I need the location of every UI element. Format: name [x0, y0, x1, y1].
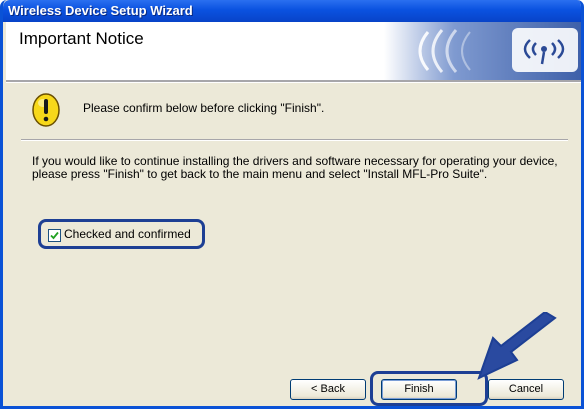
finish-button[interactable]: Finish — [381, 379, 457, 400]
pointer-arrow-icon — [477, 312, 557, 380]
wizard-header: Important Notice — [6, 22, 581, 80]
instruction-text: If you would like to continue installing… — [32, 154, 558, 181]
window-title: Wireless Device Setup Wizard — [8, 3, 193, 18]
notice-message: Please confirm below before clicking "Fi… — [83, 101, 325, 115]
back-button[interactable]: < Back — [290, 379, 366, 400]
title-bar[interactable]: Wireless Device Setup Wizard — [3, 0, 581, 22]
confirm-checkbox[interactable] — [48, 229, 61, 242]
wizard-window: Wireless Device Setup Wizard Important N… — [0, 0, 584, 409]
section-divider — [21, 139, 568, 141]
warning-icon — [32, 93, 60, 127]
checkmark-icon — [50, 231, 59, 240]
page-title: Important Notice — [19, 29, 144, 48]
confirm-checkbox-label[interactable]: Checked and confirmed — [64, 227, 191, 241]
wireless-logo-icon — [384, 22, 581, 80]
confirm-highlight: Checked and confirmed — [38, 219, 205, 249]
header-divider — [6, 80, 581, 83]
